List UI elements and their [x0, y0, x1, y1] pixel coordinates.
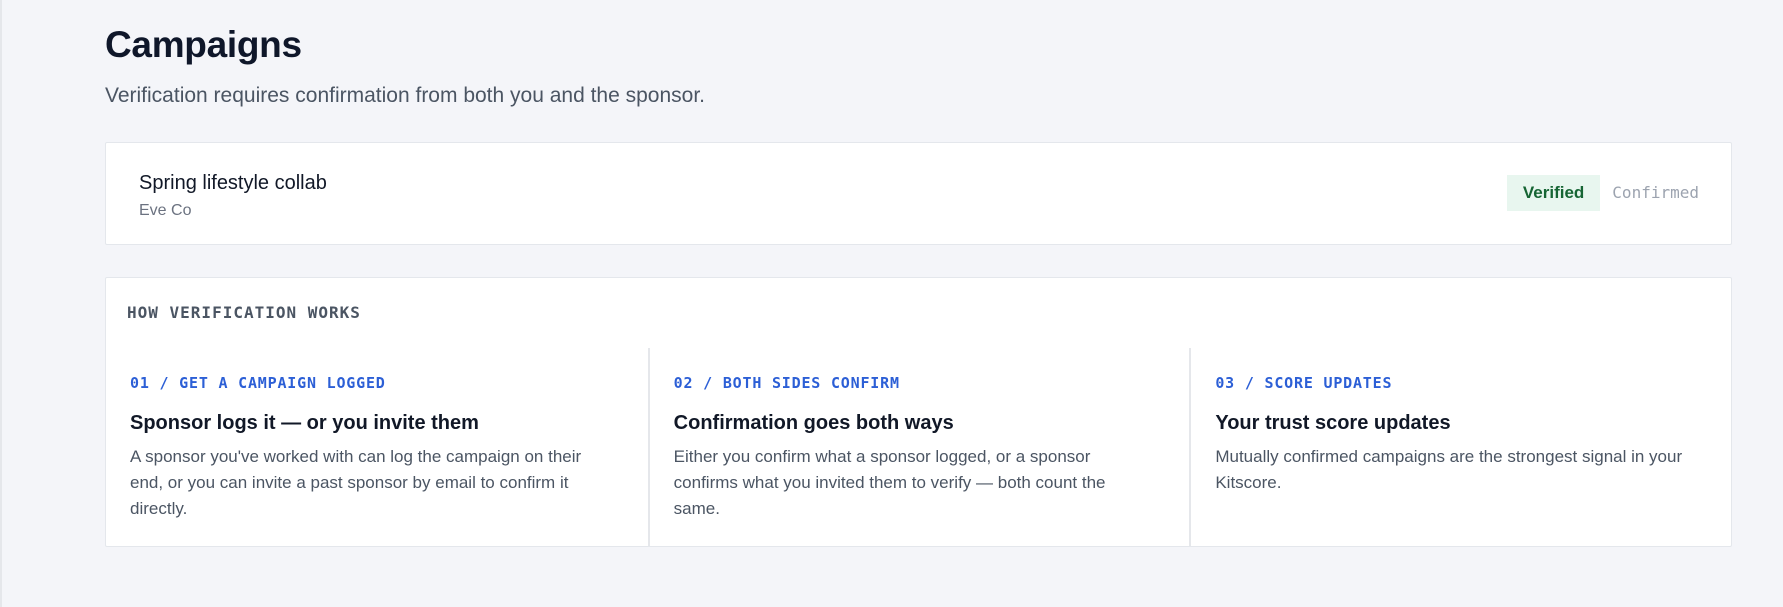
step-description: Mutually confirmed campaigns are the str… [1215, 447, 1683, 492]
campaign-sponsor: Eve Co [139, 202, 192, 219]
verified-badge: Verified [1506, 175, 1601, 211]
verification-steps: 01 / GET A CAMPAIGN LOGGED Sponsor logs … [106, 348, 1731, 546]
how-verification-heading: HOW VERIFICATION WORKS [127, 303, 361, 322]
page-title: Campaigns [105, 24, 302, 65]
step-label: 01 / GET A CAMPAIGN LOGGED [130, 374, 386, 392]
confirmed-status-text: Confirmed [1612, 183, 1699, 202]
step-title: Confirmation goes both ways [673, 412, 954, 434]
page-subtitle: Verification requires confirmation from … [105, 84, 705, 107]
campaign-title: Spring lifestyle collab [139, 172, 327, 194]
step-score-updates: 03 / SCORE UPDATES Your trust score upda… [1189, 348, 1731, 546]
campaign-card[interactable]: Spring lifestyle collab Eve Co Verified … [105, 142, 1732, 245]
step-title: Sponsor logs it — or you invite them [130, 412, 479, 434]
step-get-campaign-logged: 01 / GET A CAMPAIGN LOGGED Sponsor logs … [106, 348, 648, 546]
how-verification-works-panel: HOW VERIFICATION WORKS 01 / GET A CAMPAI… [105, 277, 1732, 547]
campaign-status: Verified Confirmed [1506, 175, 1699, 211]
step-description: A sponsor you've worked with can log the… [130, 447, 582, 518]
left-divider [0, 0, 2, 607]
step-label: 03 / SCORE UPDATES [1215, 374, 1393, 392]
step-description: Either you confirm what a sponsor logged… [673, 447, 1106, 518]
step-both-sides-confirm: 02 / BOTH SIDES CONFIRM Confirmation goe… [647, 348, 1190, 546]
step-label: 02 / BOTH SIDES CONFIRM [673, 374, 900, 392]
step-title: Your trust score updates [1215, 412, 1451, 434]
